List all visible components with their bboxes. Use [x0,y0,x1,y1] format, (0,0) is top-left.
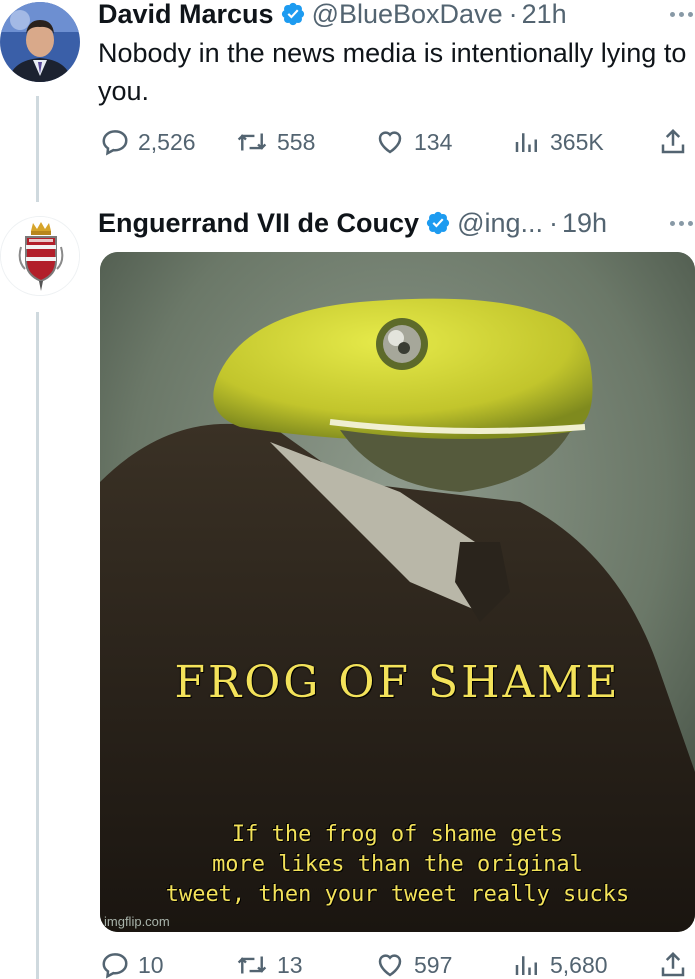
repost-button[interactable]: 13 [235,945,303,979]
handle[interactable]: @ing... [457,207,543,239]
action-bar: 10 13 597 5,680 [98,945,695,979]
repost-icon [237,133,267,151]
share-button[interactable] [658,122,688,162]
repost-icon [237,956,267,974]
more-icon[interactable] [670,0,693,30]
reply-count: 2,526 [138,128,196,155]
like-icon [378,954,402,977]
meme-caption: If the frog of shame gets more likes tha… [165,822,630,907]
views-icon [515,956,537,975]
views-button[interactable]: 365K [512,122,604,162]
separator-dot: · [549,208,559,238]
views-count: 365K [550,128,604,155]
repost-count: 13 [277,951,303,978]
share-icon [661,128,685,154]
like-count: 597 [414,951,453,978]
repost-count: 558 [277,128,316,155]
reply-button[interactable]: 10 [100,945,164,979]
verified-badge-icon [280,1,306,27]
thread-connector-top [36,96,39,202]
separator-dot: · [508,0,518,29]
reply-icon [102,130,128,156]
share-icon [661,951,685,977]
tweet-text: Nobody in the news media is intentionall… [98,38,687,106]
tweet-header: Enguerrand VII de Coucy @ing... · 19h [98,207,695,239]
like-count: 134 [414,128,453,155]
tweet-header: David Marcus @BlueBoxDave · 21h [98,0,695,30]
like-button[interactable]: 597 [374,945,452,979]
display-name[interactable]: David Marcus [98,0,274,30]
reply-icon [102,953,128,979]
reply-button[interactable]: 2,526 [100,122,196,162]
thread-connector-bottom [36,312,39,979]
imgflip-watermark: imgflip.com [104,914,170,929]
reply-count: 10 [138,951,164,978]
repost-button[interactable]: 558 [235,122,315,162]
meme-title: FROG OF SHAME [174,657,621,708]
like-icon [378,131,402,154]
thread: David Marcus @BlueBoxDave · 21h Nobody i… [0,0,695,979]
action-bar: 2,526 558 134 365K [98,122,695,162]
share-button[interactable] [658,945,688,979]
like-button[interactable]: 134 [374,122,452,162]
verified-badge-icon [425,210,451,236]
more-icon[interactable] [670,207,693,239]
views-icon [515,133,537,152]
display-name[interactable]: Enguerrand VII de Coucy [98,207,419,239]
handle[interactable]: @BlueBoxDave [312,0,503,30]
views-count: 5,680 [550,951,608,978]
timestamp[interactable]: 19h [562,207,607,239]
views-button[interactable]: 5,680 [512,945,608,979]
avatar-enguerrand[interactable] [0,216,80,296]
timestamp[interactable]: 21h [522,0,567,30]
avatar-david-marcus[interactable] [0,2,80,82]
